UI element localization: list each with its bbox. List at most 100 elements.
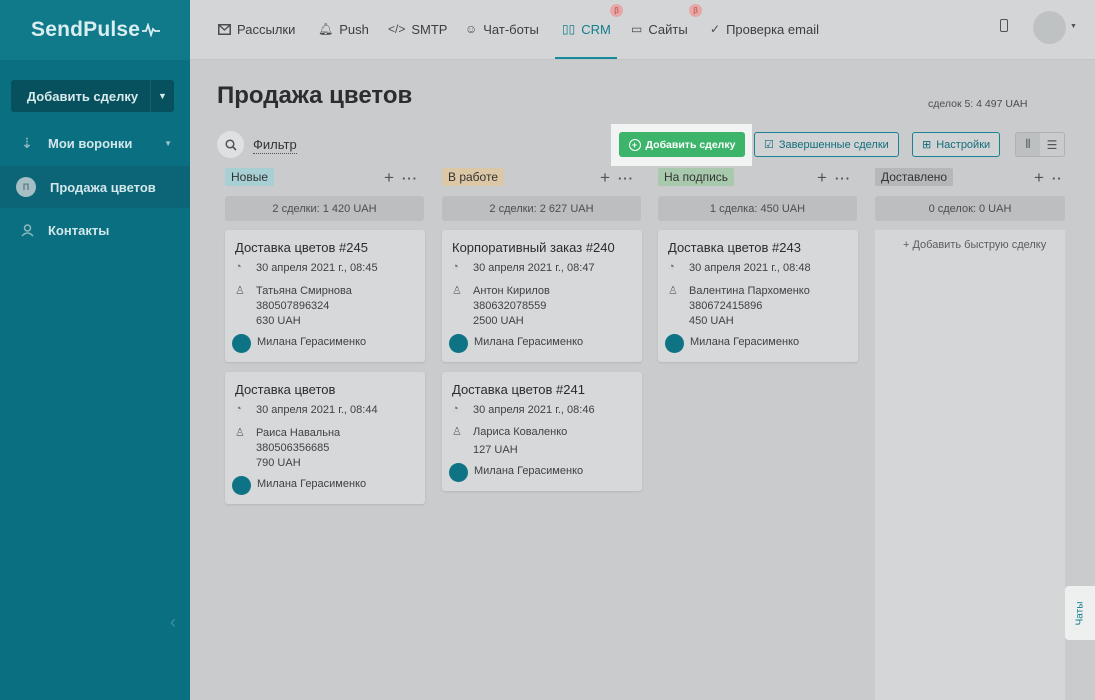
more-icon[interactable]: ··· xyxy=(835,171,851,186)
deal-card[interactable]: Доставка цветов #245 ◔ 30 апреля 2021 г.… xyxy=(225,230,425,362)
column-actions: + ··· xyxy=(384,168,418,188)
collapse-sidebar-icon[interactable]: ‹ xyxy=(170,612,176,633)
avatar xyxy=(449,463,468,482)
page-title: Продажа цветов xyxy=(217,82,413,109)
nav-label: Push xyxy=(339,21,369,37)
deal-title: Доставка цветов xyxy=(235,382,336,397)
nav-crm[interactable]: ▯▯ CRM xyxy=(562,0,611,58)
completed-deals-button[interactable]: ☑ Завершенные сделки xyxy=(754,132,899,157)
deal-title: Доставка цветов #241 xyxy=(452,382,585,397)
bell-icon: 🔔︎ xyxy=(318,22,334,36)
deal-amount: 450 UAH xyxy=(689,315,734,327)
person-icon: ♙ xyxy=(235,427,245,439)
deal-phone: 380507896324 xyxy=(256,300,330,312)
deal-phone: 380506356685 xyxy=(256,442,330,454)
plus-icon[interactable]: + xyxy=(1034,168,1044,188)
deal-date: 30 апреля 2021 г., 08:44 xyxy=(256,404,378,416)
nav-label: CRM xyxy=(581,21,611,37)
list-view-icon[interactable]: ☰ xyxy=(1040,133,1064,156)
view-toggle: ⦀ ☰ xyxy=(1015,132,1065,157)
code-icon: </> xyxy=(388,22,406,36)
nav-chatbots[interactable]: ☺ Чат-боты xyxy=(465,0,539,58)
column-summary: 1 сделка: 450 UAH xyxy=(658,196,857,221)
clock-icon: ◔ xyxy=(235,261,242,273)
chatbot-icon: ☺ xyxy=(465,22,478,36)
nav-label: Рассылки xyxy=(237,21,296,37)
sidebar-add-deal-button[interactable]: Добавить сделку ▼ xyxy=(11,80,174,112)
person-icon: ♙ xyxy=(452,426,462,438)
logo-bar: SendPulse xyxy=(0,0,190,60)
deal-card[interactable]: Доставка цветов #241 ◔ 30 апреля 2021 г.… xyxy=(442,372,642,491)
deal-phone: 380632078559 xyxy=(473,300,547,312)
column-actions: + ··· xyxy=(817,168,851,188)
funnel-icon: ⇣ xyxy=(21,134,33,151)
more-icon[interactable]: ··· xyxy=(618,171,634,186)
deal-title: Корпоративный заказ #240 xyxy=(452,240,615,255)
nav-campaigns[interactable]: Рассылки xyxy=(218,0,295,58)
sidebar-item-label: Продажа цветов xyxy=(50,179,156,195)
deal-card[interactable]: Доставка цветов #243 ◔ 30 апреля 2021 г.… xyxy=(658,230,858,362)
top-navigation: Рассылки 🔔︎ Push </> SMTP ☺ Чат-боты ▯▯ … xyxy=(190,0,1095,60)
sidebar-item-funnels[interactable]: ⇣ Мои воронки ▼ xyxy=(0,122,190,164)
avatar xyxy=(232,334,251,353)
nav-label: Чат-боты xyxy=(483,21,539,37)
plus-circle-icon: + xyxy=(628,138,641,151)
column-tag: Доставлено xyxy=(875,168,954,186)
deal-contact: Валентина Пархоменко xyxy=(689,285,810,297)
mail-icon xyxy=(218,23,231,35)
plus-icon[interactable]: + xyxy=(384,168,394,188)
user-avatar[interactable] xyxy=(1033,11,1066,44)
crm-icon: ▯▯ xyxy=(562,22,576,36)
column-body-delivered xyxy=(875,230,1065,700)
column-header-delivered: Доставлено xyxy=(875,167,954,187)
sendpulse-logo[interactable]: SendPulse xyxy=(31,18,161,42)
deal-card[interactable]: Корпоративный заказ #240 ◔ 30 апреля 202… xyxy=(442,230,642,362)
more-icon[interactable]: ··· xyxy=(402,171,418,186)
deal-contact: Раиса Навальна xyxy=(256,427,341,439)
deal-card[interactable]: Доставка цветов ◔ 30 апреля 2021 г., 08:… xyxy=(225,372,425,504)
phone-icon[interactable] xyxy=(1000,19,1008,32)
plus-icon[interactable]: + xyxy=(817,168,827,188)
search-icon[interactable] xyxy=(217,131,244,158)
person-icon: ♙ xyxy=(452,285,462,297)
column-header-new: Новые xyxy=(225,167,275,187)
active-tab-underline xyxy=(555,57,617,59)
sidebar-item-contacts[interactable]: Контакты xyxy=(0,209,190,251)
chats-tab-label: Чаты xyxy=(1074,601,1086,625)
more-icon[interactable]: ·· xyxy=(1052,171,1063,186)
deal-title: Доставка цветов #245 xyxy=(235,240,368,255)
deal-manager: Милана Герасименко xyxy=(474,465,584,477)
clock-icon: ◔ xyxy=(235,403,242,415)
deal-amount: 630 UAH xyxy=(256,315,301,327)
deal-contact: Лариса Коваленко xyxy=(473,426,568,438)
nav-email-verification[interactable]: ✓ Проверка email xyxy=(710,0,819,58)
add-deal-button[interactable]: + Добавить сделку xyxy=(619,132,745,157)
settings-button[interactable]: ⊞ Настройки xyxy=(912,132,1001,157)
caret-down-icon[interactable]: ▼ xyxy=(150,80,174,112)
filter-link[interactable]: Фильтр xyxy=(253,137,297,154)
nav-push[interactable]: 🔔︎ Push xyxy=(318,0,369,58)
contacts-icon xyxy=(18,221,36,239)
clock-icon: ◔ xyxy=(452,403,459,415)
chevron-down-icon[interactable]: ▼ xyxy=(1070,23,1077,30)
check-icon: ✓ xyxy=(710,22,721,36)
plus-icon[interactable]: + xyxy=(600,168,610,188)
deal-manager: Милана Герасименко xyxy=(257,478,367,490)
quick-add-deal-link[interactable]: + Добавить быструю сделку xyxy=(903,239,1046,251)
pulse-icon xyxy=(142,23,161,37)
deals-total: сделок 5: 4 497 UAH xyxy=(928,98,1028,110)
sidebar-add-deal-label: Добавить сделку xyxy=(26,88,139,104)
sidebar: SendPulse Добавить сделку ▼ ⇣ Мои воронк… xyxy=(0,0,190,700)
chats-tab[interactable]: Чаты xyxy=(1065,586,1095,640)
kanban-view-icon[interactable]: ⦀ xyxy=(1016,133,1040,156)
deal-date: 30 апреля 2021 г., 08:47 xyxy=(473,262,595,274)
deal-amount: 2500 UAH xyxy=(473,315,524,327)
sidebar-item-label: Контакты xyxy=(48,222,110,238)
column-tag: Новые xyxy=(225,168,275,186)
avatar xyxy=(232,476,251,495)
deal-amount: 127 UAH xyxy=(473,444,518,456)
sidebar-item-flower-sales[interactable]: П Продажа цветов xyxy=(0,166,190,208)
nav-smtp[interactable]: </> SMTP xyxy=(388,0,447,58)
nav-sites[interactable]: ▭ Сайты xyxy=(631,0,688,58)
logo-text: SendPulse xyxy=(31,18,141,41)
